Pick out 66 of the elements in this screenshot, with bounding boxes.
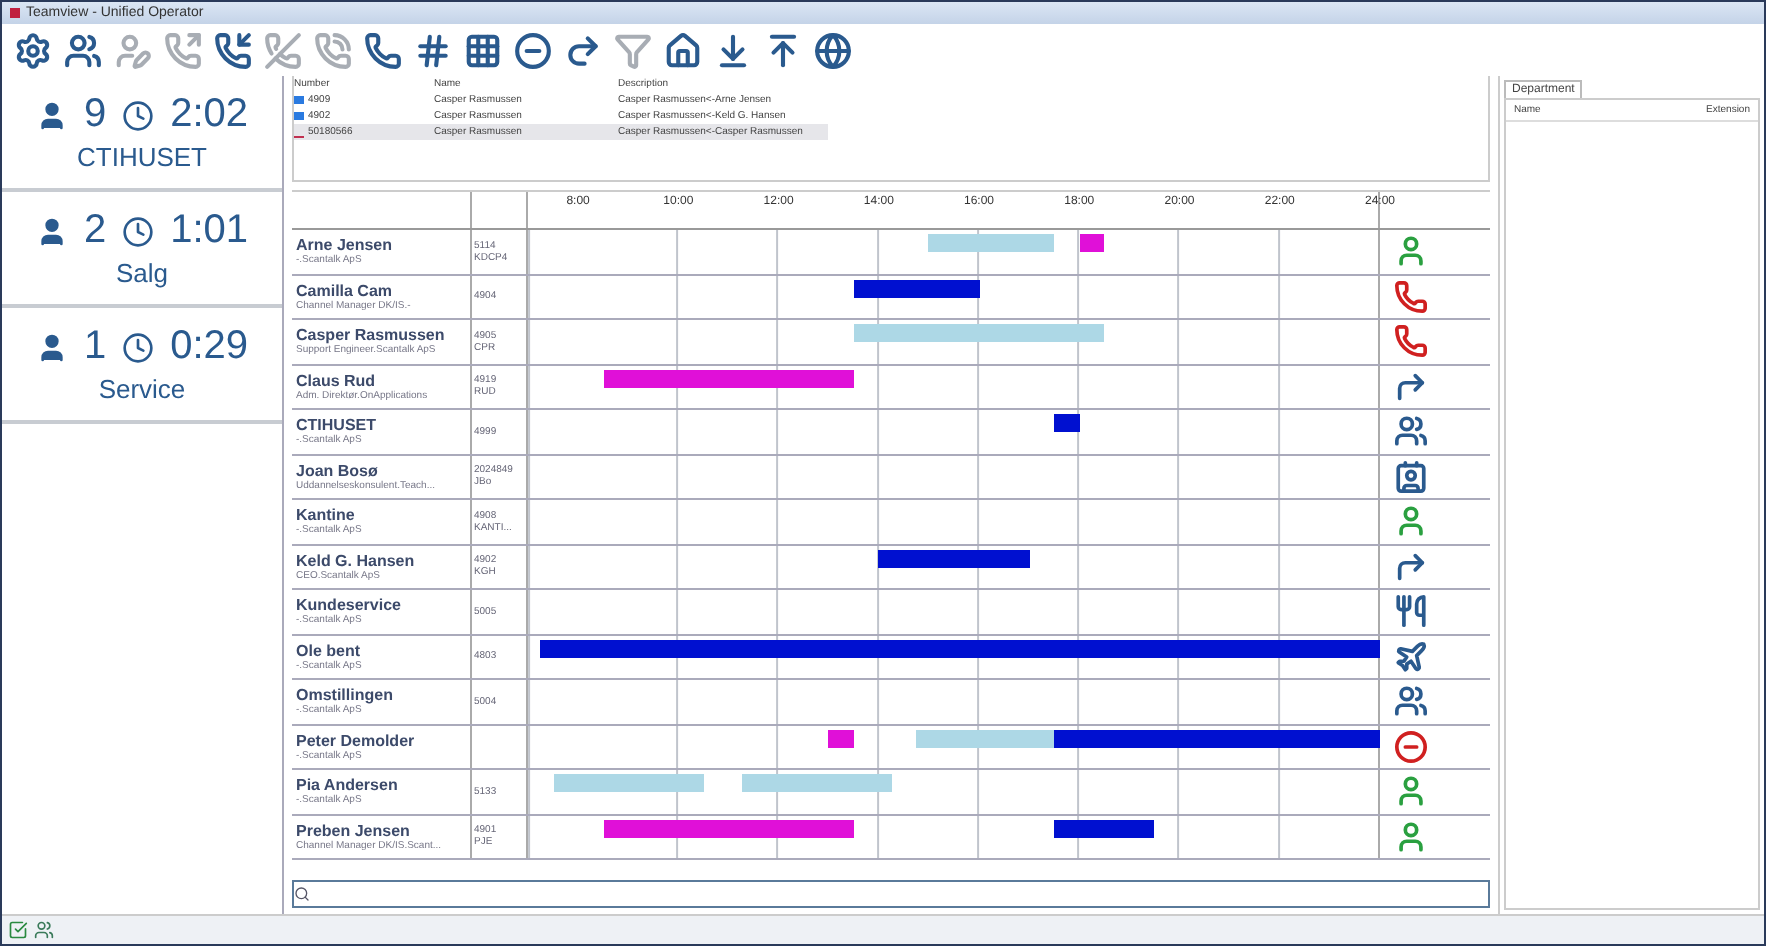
- toolbar-button[interactable]: [210, 28, 254, 72]
- person-icon: [1393, 504, 1427, 539]
- agent-name: Claus Rud: [296, 371, 378, 390]
- clock-icon: [122, 215, 155, 247]
- phone-icon: [1393, 279, 1427, 314]
- person-icon: [35, 215, 68, 247]
- toolbar-button[interactable]: [510, 28, 554, 72]
- globe-icon: [813, 31, 851, 69]
- minus-circle-icon: [1393, 729, 1427, 764]
- person-edit-icon: [113, 31, 151, 69]
- outgoing-call-icon: [163, 31, 201, 69]
- call-off-icon: [263, 31, 301, 69]
- clock-icon: [122, 331, 155, 363]
- agent-name: Kantine: [296, 506, 357, 525]
- queue-name: CTIHUSET: [77, 142, 207, 172]
- airplane-icon: [1393, 639, 1427, 674]
- toolbar-button[interactable]: [810, 28, 854, 72]
- minus-circle-icon: [513, 31, 551, 69]
- person-icon: [1393, 234, 1427, 269]
- agent-name: Casper Rasmussen: [296, 326, 447, 345]
- toolbar-button[interactable]: [360, 28, 404, 72]
- check-icon: [8, 920, 28, 940]
- search-field[interactable]: [292, 880, 1490, 908]
- people-icon: [1393, 684, 1427, 719]
- agent-name: CTIHUSET: [296, 416, 378, 435]
- person-icon: [1393, 819, 1427, 854]
- wait-time: 0:29: [170, 324, 249, 370]
- app-icon: [10, 8, 20, 18]
- agent-name: Omstillingen: [296, 686, 395, 705]
- person-icon: [35, 99, 68, 131]
- hash-icon: [413, 31, 451, 69]
- agent-name: Peter Demolder: [296, 731, 417, 750]
- contact-card-icon: [1393, 459, 1427, 494]
- call-icon: [313, 31, 351, 69]
- incoming-call-icon: [213, 31, 251, 69]
- clock-icon: [122, 99, 155, 131]
- phone-icon: [1393, 324, 1427, 359]
- people-icon: [1393, 414, 1427, 449]
- wait-time: 2:02: [170, 92, 249, 138]
- agent-name: Joan Bosø: [296, 461, 380, 480]
- agent-name: Pia Andersen: [296, 776, 400, 795]
- people-icon: [63, 31, 101, 69]
- forward-arrow-icon: [1393, 369, 1427, 404]
- agent-name: Kundeservice: [296, 596, 403, 615]
- forward-arrow-icon: [1393, 549, 1427, 584]
- settings-icon: [13, 31, 51, 69]
- grid-icon: [463, 31, 501, 69]
- queue-name: Salg: [115, 258, 169, 288]
- search-icon: [294, 886, 310, 902]
- cutlery-icon: [1393, 594, 1427, 629]
- agent-name: Ole bent: [296, 641, 363, 660]
- filter-icon: [613, 31, 651, 69]
- person-icon: [35, 331, 68, 363]
- person-icon: [1393, 774, 1427, 809]
- wait-time: 1:01: [170, 208, 249, 254]
- queue-name: Service: [98, 374, 186, 404]
- agent-name: Arne Jensen: [296, 236, 395, 255]
- redo-arrow-icon: [563, 31, 601, 69]
- agent-name: Camilla Cam: [296, 281, 395, 300]
- agent-name: Preben Jensen: [296, 821, 412, 840]
- agent-count: 1: [83, 324, 107, 370]
- agent-name: Keld G. Hansen: [296, 551, 417, 570]
- home-icon: [663, 31, 701, 69]
- people-icon: [34, 920, 54, 940]
- agent-count: 2: [83, 208, 107, 254]
- agent-count: 9: [83, 92, 107, 138]
